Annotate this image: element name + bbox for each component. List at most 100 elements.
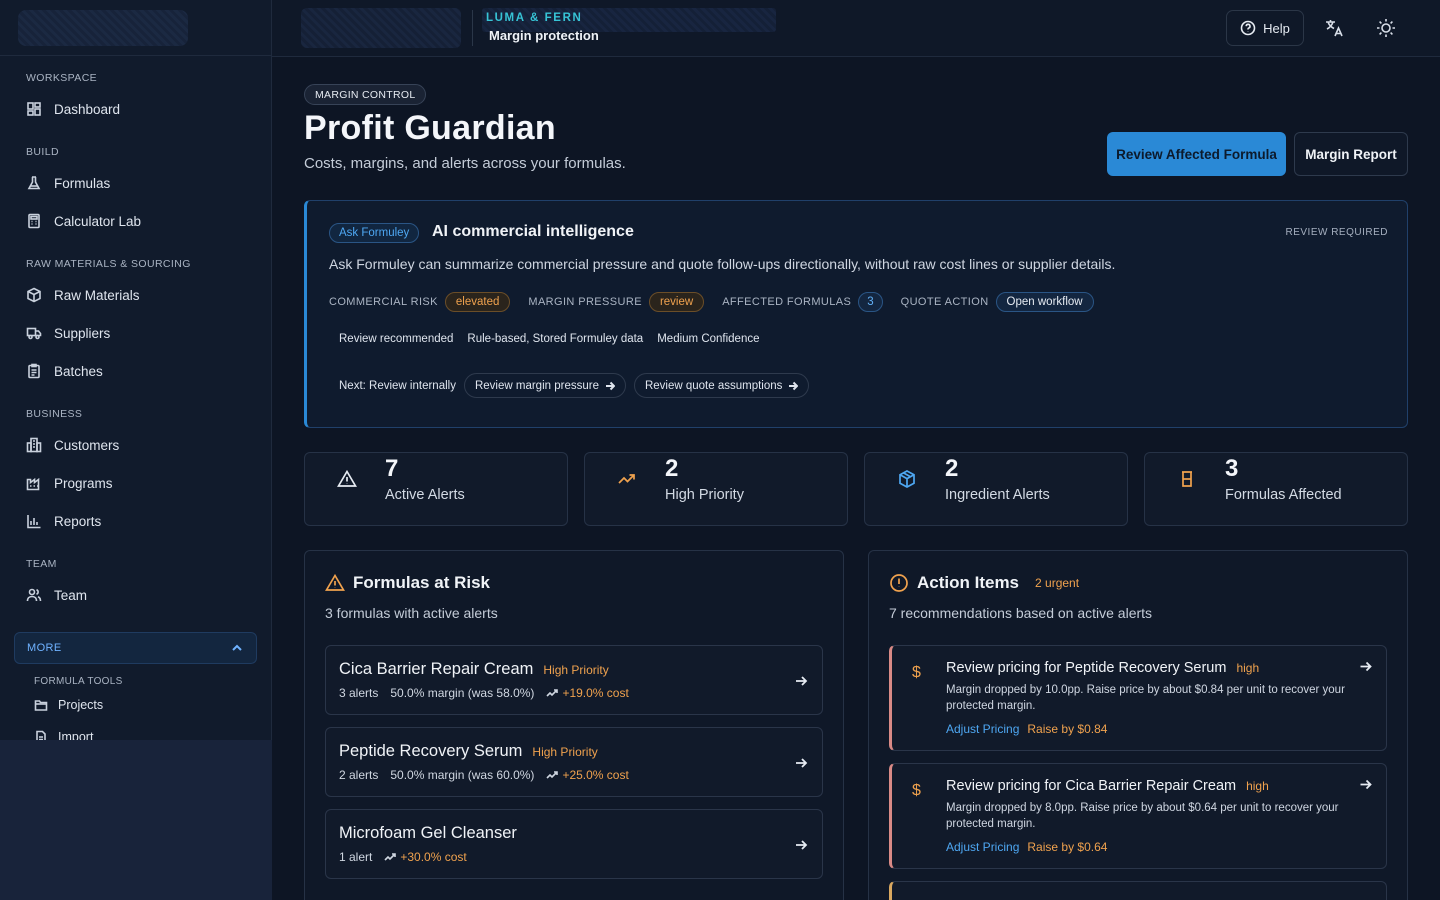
action-footer: Adjust Pricing Raise by $0.84 (946, 722, 1107, 736)
sidebar-item-raw-materials[interactable]: Raw Materials (14, 276, 257, 314)
review-quote-assumptions-button[interactable]: Review quote assumptions (633, 373, 810, 398)
alert-count: 1 alert (339, 850, 373, 864)
formula-meta: 3 alerts 50.0% margin (was 58.0%) +19.0%… (339, 686, 629, 700)
margin-info: 50.0% margin (was 58.0%) (390, 686, 535, 700)
trending-up-icon (546, 769, 559, 781)
sidebar-section-title: WORKSPACE (26, 72, 98, 84)
sidebar-item-suppliers[interactable]: Suppliers (14, 314, 257, 352)
open-workflow-button[interactable]: Open workflow (995, 292, 1094, 312)
stat-label: High Priority (665, 487, 744, 503)
box-icon (26, 287, 42, 303)
trending-up-icon (617, 469, 637, 489)
stat-label: Ingredient Alerts (945, 487, 1050, 503)
metric-quote-action: QUOTE ACTION Open workflow (901, 292, 1094, 312)
trending-up-icon (546, 687, 559, 699)
formula-meta: 1 alert +30.0% cost (339, 850, 467, 864)
more-toggle[interactable]: MORE (14, 632, 257, 664)
metric-affected-formulas: AFFECTED FORMULAS 3 (722, 292, 883, 312)
stat-ingredient-alerts: 2 Ingredient Alerts (864, 452, 1128, 526)
margin-info: 50.0% margin (was 60.0%) (390, 768, 535, 782)
building-icon (26, 437, 42, 453)
review-margin-pressure-button[interactable]: Review margin pressure (463, 373, 626, 398)
priority-badge: high (1246, 779, 1269, 793)
stat-value: 2 (665, 455, 679, 482)
alert-count: 2 alerts (339, 768, 379, 782)
folder-icon (34, 698, 48, 712)
stat-value: 3 (1225, 455, 1239, 482)
chip: Medium Confidence (657, 333, 760, 345)
sidebar-item-programs[interactable]: Programs (14, 464, 257, 502)
chevron-up-icon (230, 641, 244, 655)
ai-card-description: Ask Formuley can summarize commercial pr… (329, 256, 1116, 272)
margin-report-button[interactable]: Margin Report (1294, 132, 1408, 176)
sidebar-section-title: BUSINESS (26, 408, 83, 420)
sidebar-item-label: Suppliers (54, 325, 111, 341)
sidebar-item-projects[interactable]: Projects (14, 689, 257, 721)
raise-amount: Raise by $0.84 (1027, 722, 1108, 736)
raise-amount: Raise by $0.64 (1027, 840, 1108, 854)
adjust-pricing-link[interactable]: Adjust Pricing (946, 722, 1019, 736)
topbar-divider (472, 10, 473, 46)
formula-name: Peptide Recovery Serum (339, 742, 523, 760)
warning-icon (337, 469, 357, 489)
formula-name-line: Peptide Recovery Serum High Priority (339, 742, 598, 761)
translate-icon[interactable] (1323, 17, 1345, 39)
help-label: Help (1263, 20, 1290, 36)
formula-row[interactable]: Cica Barrier Repair Cream High Priority 3… (325, 645, 823, 715)
users-icon (26, 587, 42, 603)
sidebar-item-label: Raw Materials (54, 287, 140, 303)
sidebar-item-formulas[interactable]: Formulas (14, 164, 257, 202)
theme-toggle-icon[interactable] (1375, 17, 1397, 39)
metric-label: COMMERCIAL RISK (329, 296, 438, 308)
sidebar-item-label: Customers (54, 437, 120, 453)
alert-count: 3 alerts (339, 686, 379, 700)
sidebar-item-calculator-lab[interactable]: Calculator Lab (14, 202, 257, 240)
panel-title: Formulas at Risk (353, 573, 490, 592)
sidebar-item-label: Batches (54, 363, 103, 379)
action-item: $ Review pricing for Peptide Recovery Se… (889, 645, 1387, 751)
section-tag: MARGIN CONTROL (304, 84, 427, 105)
metric-value: 3 (858, 292, 883, 312)
sidebar-item-label: Formulas (54, 175, 111, 191)
ask-formuley-button[interactable]: Ask Formuley (329, 223, 420, 243)
dollar-icon: $ (912, 664, 921, 681)
bar-chart-icon (26, 513, 42, 529)
metric-label: AFFECTED FORMULAS (722, 296, 852, 308)
panel-title: Action Items (917, 573, 1020, 592)
sidebar-item-batches[interactable]: Batches (14, 352, 257, 390)
arrow-right-icon (605, 381, 615, 391)
action-title-line: Review pricing for Peptide Recovery Seru… (946, 660, 1259, 676)
arrow-right-icon[interactable] (1359, 778, 1372, 791)
arrow-right-icon (788, 381, 799, 391)
action-title: Review pricing for Peptide Recovery Seru… (946, 660, 1227, 676)
sidebar-item-dashboard[interactable]: Dashboard (14, 90, 257, 128)
formula-name: Microfoam Gel Cleanser (339, 824, 517, 842)
brand-name: LUMA & FERN (486, 12, 583, 24)
clipboard-icon (26, 363, 42, 379)
sidebar-logo[interactable] (18, 10, 188, 46)
sidebar-item-label: Dashboard (54, 101, 121, 117)
sidebar-item-team[interactable]: Team (14, 576, 257, 614)
adjust-pricing-link[interactable]: Adjust Pricing (946, 840, 1019, 854)
workspace-logo[interactable] (301, 8, 461, 48)
arrow-right-icon[interactable] (1359, 660, 1372, 673)
sidebar-item-label: Calculator Lab (54, 213, 142, 229)
sidebar-item-label: Programs (54, 475, 113, 491)
ai-chips: Review recommended Rule-based, Stored Fo… (339, 333, 760, 345)
stat-value: 7 (385, 455, 399, 482)
sidebar-item-customers[interactable]: Customers (14, 426, 257, 464)
stat-formulas-affected: 3 Formulas Affected (1144, 452, 1408, 526)
review-affected-formula-button[interactable]: Review Affected Formula (1107, 132, 1286, 176)
stat-active-alerts: 7 Active Alerts (304, 452, 568, 526)
panel-subtitle: 7 recommendations based on active alerts (889, 605, 1153, 621)
cost-change: +30.0% cost (384, 850, 467, 864)
page-title: Profit Guardian (304, 109, 556, 147)
ai-intelligence-card: Ask Formuley AI commercial intelligence … (304, 200, 1408, 428)
cost-change: +19.0% cost (546, 686, 629, 700)
sidebar-item-reports[interactable]: Reports (14, 502, 257, 540)
formula-row[interactable]: Peptide Recovery Serum High Priority 2 al… (325, 727, 823, 797)
help-button[interactable]: Help (1226, 10, 1304, 46)
sidebar-item-label: Reports (54, 513, 102, 529)
formula-row[interactable]: Microfoam Gel Cleanser 1 alert +30.0% co… (325, 809, 823, 879)
review-required-label: REVIEW REQUIRED (1285, 227, 1388, 238)
